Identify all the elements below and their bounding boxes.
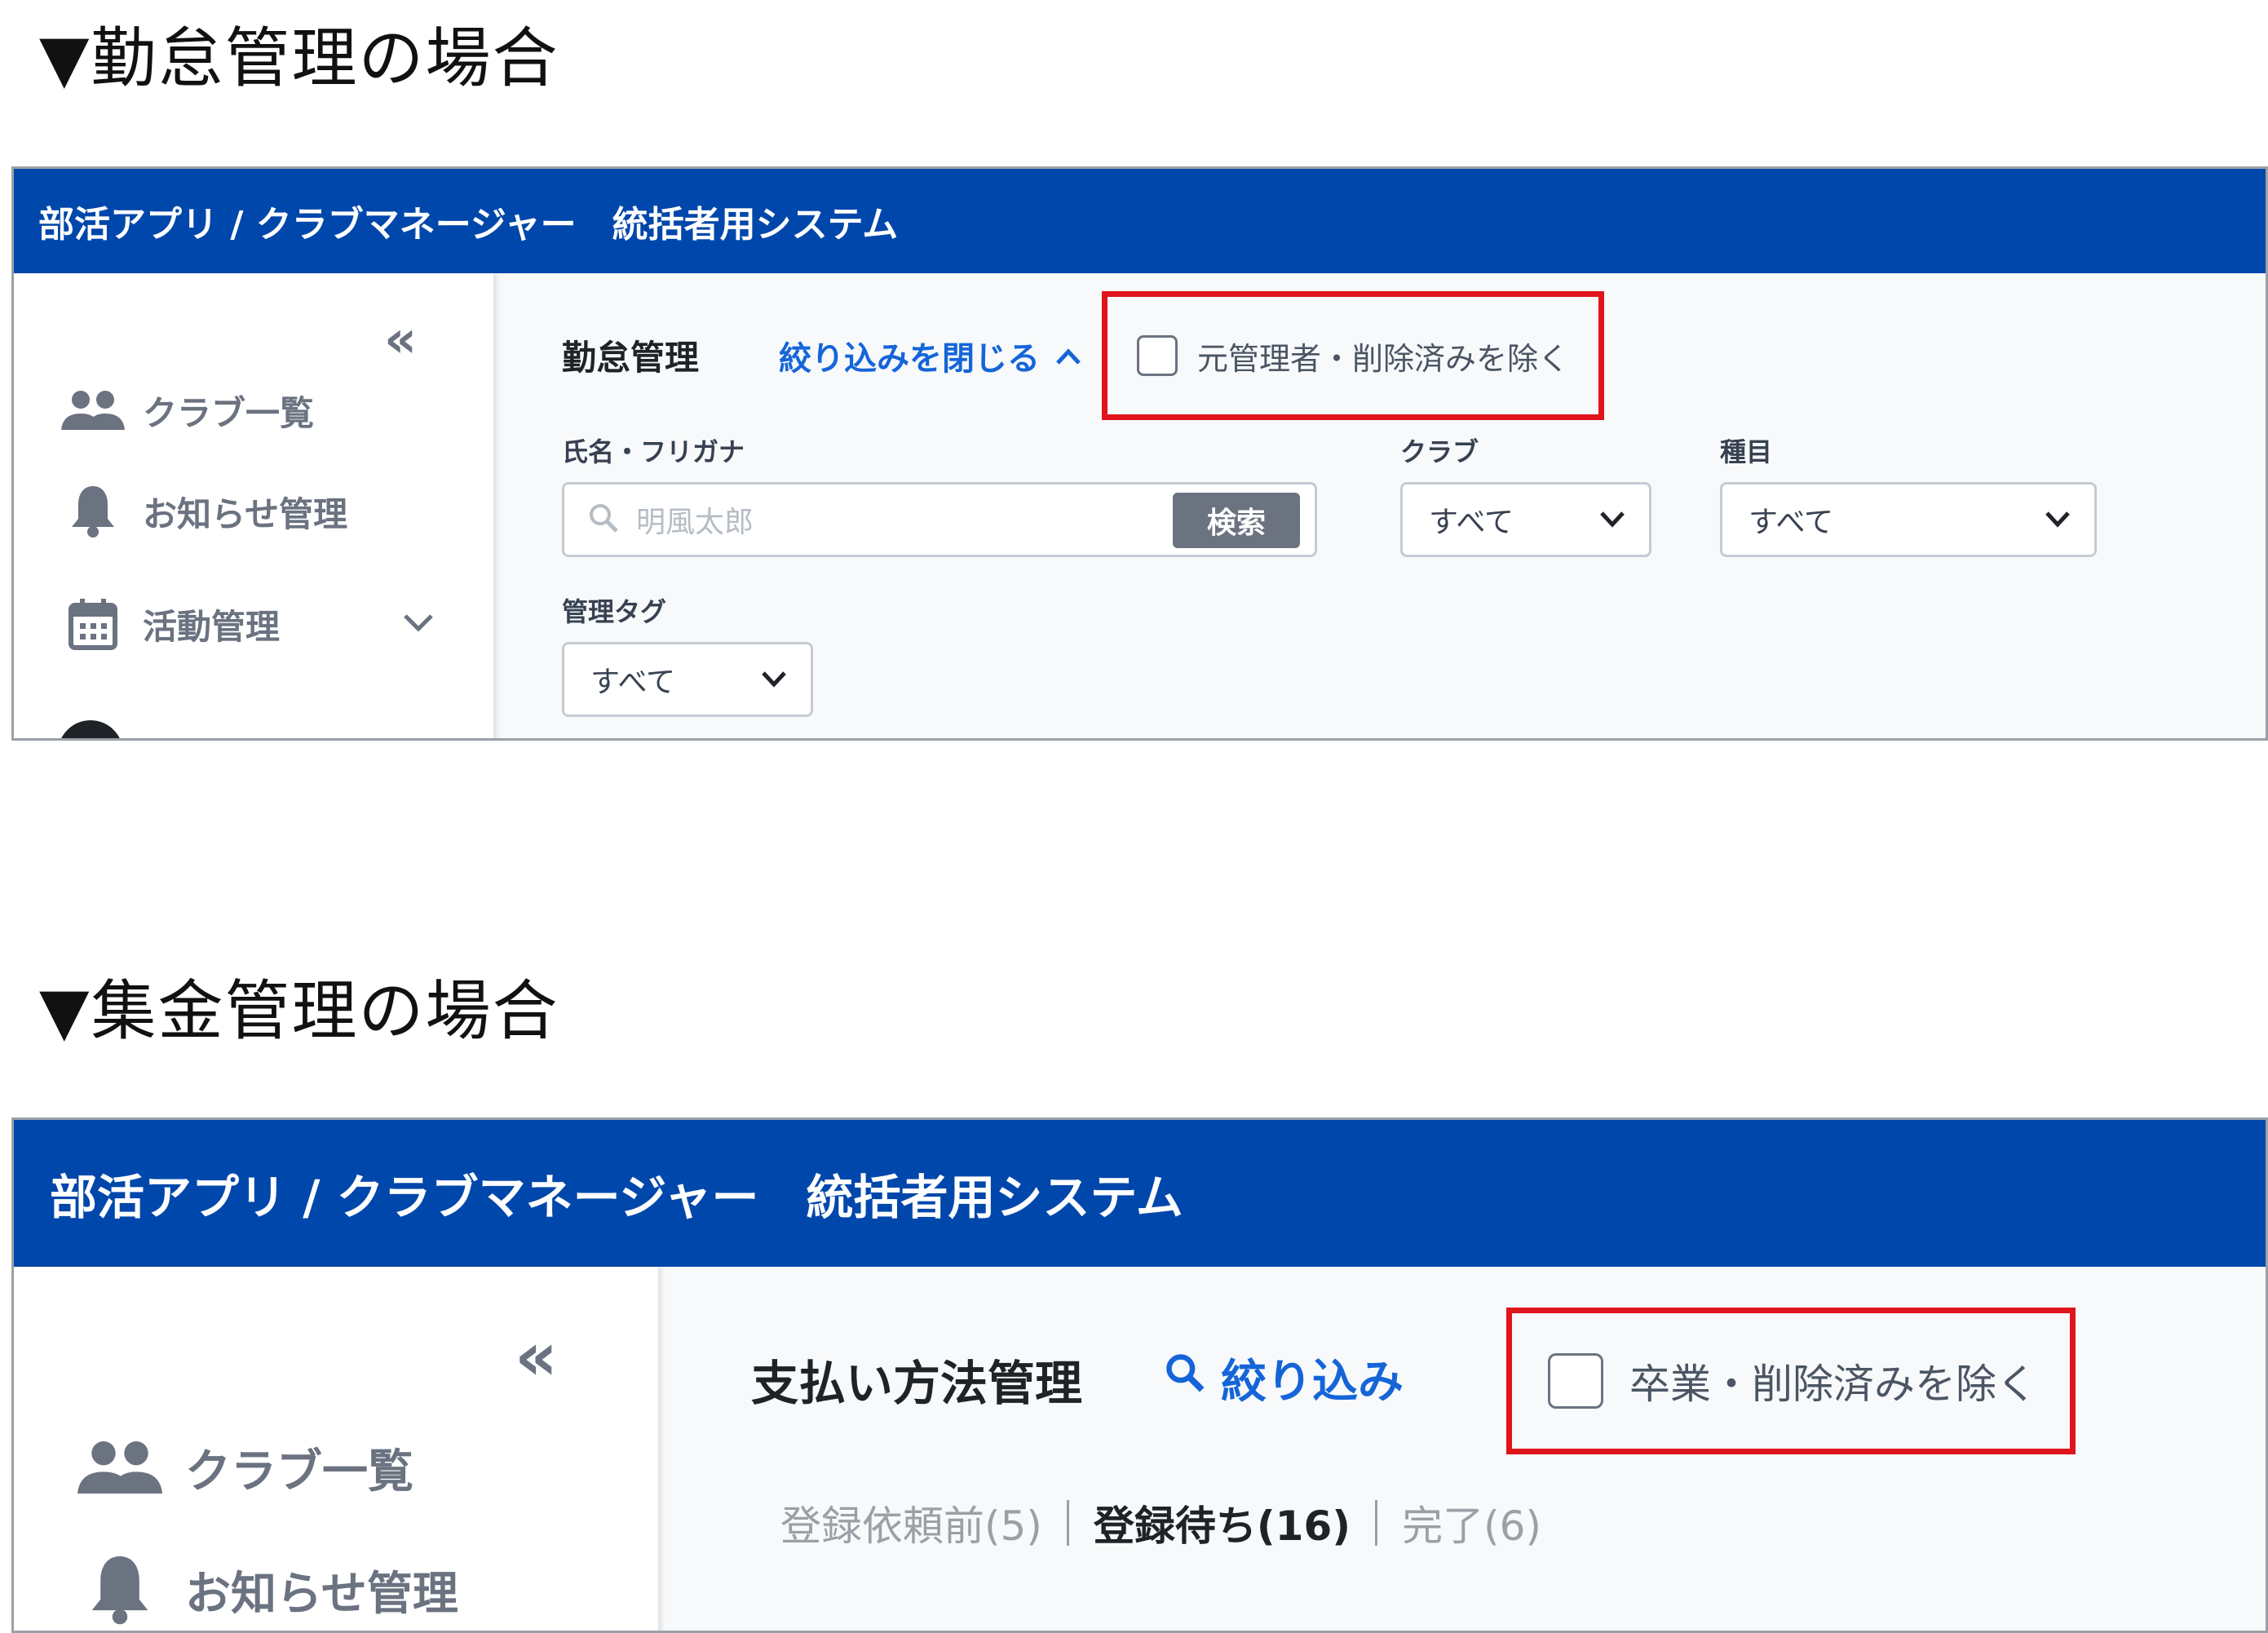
sidebar-item-label: お知らせ管理 <box>185 1567 458 1621</box>
exclude-former-admins-highlight: 元管理者・削除済みを除く <box>1102 291 1604 420</box>
bell-icon <box>71 1554 169 1626</box>
chevron-down-icon <box>2044 503 2071 537</box>
tab-before-request[interactable]: 登録依頼前(5) <box>780 1494 1042 1552</box>
attendance-screenshot: 部活アプリ / クラブマネージャー 統括者用システム « クラブ一覧 お知らせ管… <box>11 166 2268 741</box>
exclude-graduates-highlight: 卒業・削除済みを除く <box>1506 1308 2076 1454</box>
event-select-value: すべて <box>1749 506 1834 539</box>
sidebar-item-label: 活動管理 <box>143 606 281 647</box>
tab-separator <box>1375 1500 1378 1546</box>
filter-button[interactable]: 絞り込み <box>1164 1345 1404 1411</box>
chevron-down-icon <box>760 663 788 697</box>
sidebar-item-label: クラブ一覧 <box>185 1445 413 1498</box>
exclude-checkbox[interactable] <box>1548 1353 1603 1409</box>
close-filter-button[interactable]: 絞り込みを閉じる <box>779 332 1082 379</box>
app-header: 部活アプリ / クラブマネージャー 統括者用システム <box>14 169 2266 273</box>
tab-separator <box>1066 1500 1069 1546</box>
tag-field-label: 管理タグ <box>562 596 667 627</box>
club-field-label: クラブ <box>1400 436 1479 467</box>
exclude-checkbox-label[interactable]: 卒業・削除済みを除く <box>1629 1352 2037 1410</box>
filter-toggle-label: 絞り込み <box>1221 1356 1404 1409</box>
partial-nav-icon <box>58 720 123 738</box>
sidebar: « クラブ一覧 お知らせ管理 活動管理 <box>14 273 493 738</box>
sidebar-item-activities[interactable]: 活動管理 <box>14 591 280 657</box>
collapse-sidebar-icon[interactable]: « <box>515 1324 558 1391</box>
name-field-label: 氏名・フリガナ <box>562 436 745 467</box>
sidebar-item-label: お知らせ管理 <box>143 493 348 534</box>
sidebar-item-notices[interactable]: お知らせ管理 <box>14 479 347 544</box>
main-content: 勤怠管理 絞り込みを閉じる 元管理者・削除済みを除く 氏名・フリガナ 明風太郎 … <box>493 273 2266 738</box>
filter-toggle-label: 絞り込みを閉じる <box>779 340 1040 378</box>
chevron-down-icon <box>1598 503 1626 537</box>
sidebar-item-clubs[interactable]: クラブ一覧 <box>14 1427 413 1508</box>
search-placeholder: 明風太郎 <box>636 506 754 539</box>
status-tabs: 登録依頼前(5) 登録待ち(16) 完了(6) <box>780 1494 1541 1552</box>
section-heading-attendance: ▼勤怠管理の場合 <box>39 20 559 96</box>
people-icon <box>56 389 130 431</box>
tab-waiting[interactable]: 登録待ち(16) <box>1094 1494 1351 1552</box>
search-button[interactable]: 検索 <box>1173 493 1300 548</box>
sidebar-item-clubs[interactable]: クラブ一覧 <box>14 378 314 443</box>
club-select-value: すべて <box>1429 506 1514 539</box>
payments-screenshot: 部活アプリ / クラブマネージャー 統括者用システム « クラブ一覧 お知らせ管… <box>11 1117 2268 1633</box>
sidebar-item-label: クラブ一覧 <box>143 392 315 433</box>
main-content: 支払い方法管理 絞り込み 卒業・削除済みを除く 登録依頼前(5) 登録待ち(16… <box>658 1267 2266 1631</box>
tag-select-value: すべて <box>590 666 676 699</box>
chevron-down-icon[interactable] <box>402 611 435 637</box>
tag-select[interactable]: すべて <box>562 642 813 717</box>
search-icon <box>1164 1352 1206 1405</box>
bell-icon <box>56 485 130 538</box>
name-search-input[interactable]: 明風太郎 検索 <box>562 482 1317 557</box>
calendar-icon <box>56 597 130 651</box>
club-select[interactable]: すべて <box>1400 482 1651 557</box>
section-heading-payments: ▼集金管理の場合 <box>39 973 559 1049</box>
sidebar: « クラブ一覧 お知らせ管理 <box>14 1267 658 1631</box>
app-header: 部活アプリ / クラブマネージャー 統括者用システム <box>14 1120 2266 1267</box>
collapse-sidebar-icon[interactable]: « <box>384 314 417 365</box>
event-field-label: 種目 <box>1720 436 1773 467</box>
search-icon <box>587 502 620 538</box>
page-title: 勤怠管理 <box>562 338 700 378</box>
page-title: 支払い方法管理 <box>751 1356 1083 1411</box>
app-title: 部活アプリ / クラブマネージャー 統括者用システム <box>38 204 899 246</box>
event-select[interactable]: すべて <box>1720 482 2097 557</box>
exclude-checkbox[interactable] <box>1137 335 1178 376</box>
sidebar-item-notices[interactable]: お知らせ管理 <box>14 1549 458 1631</box>
chevron-up-icon <box>1054 337 1082 374</box>
tab-completed[interactable]: 完了(6) <box>1402 1494 1541 1552</box>
exclude-checkbox-label[interactable]: 元管理者・削除済みを除く <box>1197 334 1569 378</box>
people-icon <box>71 1439 169 1496</box>
app-title: 部活アプリ / クラブマネージャー 統括者用システム <box>50 1170 1183 1225</box>
